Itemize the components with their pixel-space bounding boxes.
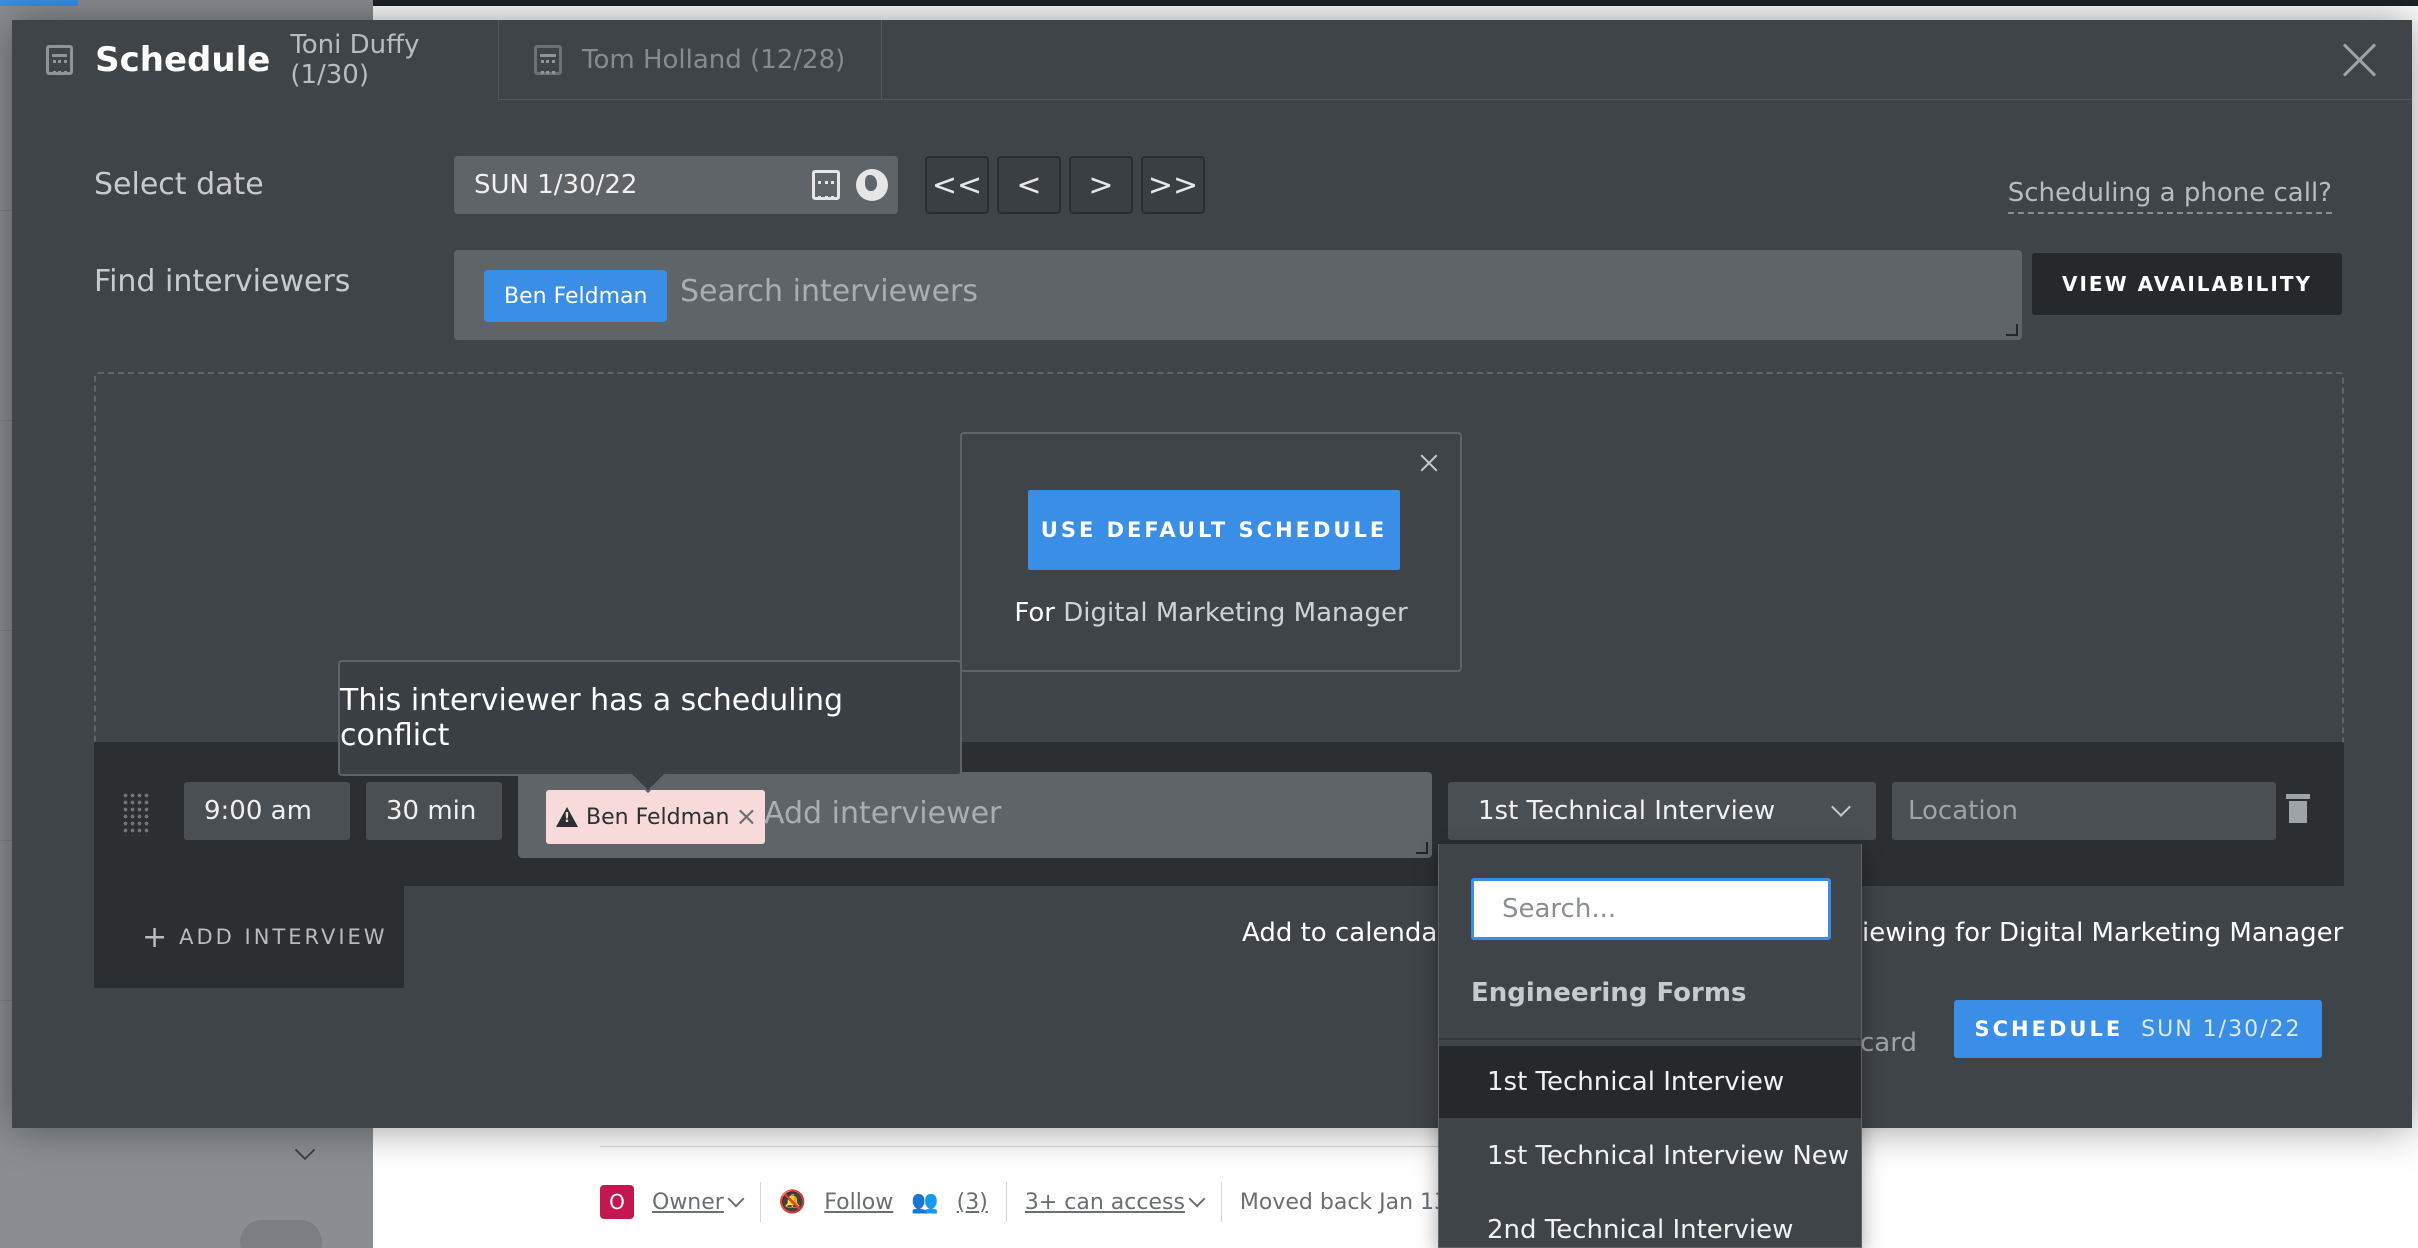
dropdown-option[interactable]: 2nd Technical Interview	[1439, 1194, 1861, 1247]
add-to-calendar-label[interactable]: Add to calendar	[1242, 918, 1448, 948]
background-topline	[373, 0, 2418, 6]
calendar-icon	[534, 45, 562, 75]
access-dropdown[interactable]: 3+ can access	[1024, 1189, 1206, 1215]
phone-call-link[interactable]: Scheduling a phone call?	[2007, 178, 2332, 214]
interviewing-for-label: iewing for Digital Marketing Manager	[1862, 918, 2344, 948]
find-interviewers-label: Find interviewers	[94, 264, 351, 299]
interviewer-chip[interactable]: Ben Feldman	[484, 270, 668, 322]
owner-label: Owner	[652, 1189, 724, 1215]
form-dropdown-menu: Search... Engineering Forms 1st Technica…	[1438, 844, 1862, 1248]
schedule-modal: Schedule Toni Duffy (1/30) Tom Holland (…	[12, 20, 2412, 1128]
schedule-button[interactable]: SCHEDULE SUN 1/30/22	[1954, 1000, 2322, 1058]
discard-link[interactable]: card	[1860, 1028, 1917, 1058]
tab-subtitle: Toni Duffy (1/30)	[290, 30, 420, 90]
chevron-down-icon	[1188, 1190, 1206, 1207]
globe-icon[interactable]	[856, 169, 888, 201]
search-placeholder: Search interviewers	[680, 274, 979, 309]
prev-date-button[interactable]: <	[997, 156, 1061, 214]
time-field[interactable]: 9:00 am	[184, 782, 350, 840]
remove-icon[interactable]: ×	[735, 802, 757, 832]
last-date-button[interactable]: >>	[1141, 156, 1205, 214]
owner-dropdown[interactable]: Owner	[652, 1189, 745, 1215]
for-prefix: For	[1014, 598, 1055, 628]
for-role: Digital Marketing Manager	[1063, 598, 1408, 628]
default-schedule-for: For Digital Marketing Manager	[962, 598, 1460, 628]
dropdown-group-label: Engineering Forms	[1471, 978, 1747, 1008]
add-interviewer-placeholder: Add interviewer	[764, 796, 1002, 831]
chevron-down-icon	[1831, 797, 1851, 817]
separator	[759, 1182, 761, 1222]
trash-icon[interactable]	[2286, 794, 2310, 824]
conflict-tooltip: This interviewer has a scheduling confli…	[338, 660, 962, 776]
use-default-schedule-button[interactable]: USE DEFAULT SCHEDULE	[1028, 490, 1400, 570]
separator	[1005, 1182, 1007, 1222]
owner-avatar: O	[600, 1185, 634, 1219]
schedule-button-label: SCHEDULE	[1974, 1017, 2124, 1041]
warning-icon	[556, 807, 578, 827]
interview-form-select[interactable]: 1st Technical Interview	[1448, 782, 1876, 840]
form-select-value: 1st Technical Interview	[1478, 796, 1776, 826]
calendar-icon	[46, 45, 74, 75]
schedule-button-date: SUN 1/30/22	[2141, 1016, 2302, 1042]
modal-tabs: Schedule Toni Duffy (1/30) Tom Holland (…	[12, 20, 2412, 100]
conflict-interviewer-chip[interactable]: Ben Feldman ×	[546, 790, 766, 844]
location-input[interactable]: Location	[1892, 782, 2276, 840]
first-date-button[interactable]: <<	[925, 156, 989, 214]
background-accent-strip	[0, 0, 78, 6]
chevron-down-icon[interactable]	[294, 1139, 316, 1161]
tab-schedule-tom-holland[interactable]: Tom Holland (12/28)	[500, 20, 882, 100]
tab-schedule-toni-duffy[interactable]: Schedule Toni Duffy (1/30)	[12, 20, 499, 100]
dropdown-search-input[interactable]: Search...	[1471, 878, 1831, 940]
dropdown-option[interactable]: 1st Technical Interview	[1439, 1046, 1861, 1118]
close-icon[interactable]	[1418, 452, 1440, 474]
interviewer-search-input[interactable]: Ben Feldman Search interviewers	[454, 250, 2022, 340]
drag-handle-icon[interactable]	[122, 792, 150, 836]
select-date-label: Select date	[94, 167, 264, 202]
add-interview-label: ADD INTERVIEW	[179, 925, 388, 949]
tab-title: Schedule	[95, 40, 271, 80]
dropdown-option[interactable]: 1st Technical Interview New	[1439, 1120, 1861, 1192]
bell-off-icon: 🔕	[778, 1189, 807, 1215]
default-schedule-card: USE DEFAULT SCHEDULE For Digital Marketi…	[960, 432, 1462, 672]
duration-field[interactable]: 30 min	[366, 782, 502, 840]
plus-icon: +	[142, 919, 168, 955]
tab-subtitle: Tom Holland (12/28)	[582, 45, 846, 75]
background-toggle[interactable]	[240, 1220, 322, 1248]
background-action-bar: O Owner 🔕 Follow 👥 (3) 3+ can access Mov…	[600, 1182, 1490, 1222]
next-date-button[interactable]: >	[1069, 156, 1133, 214]
followers-count[interactable]: (3)	[957, 1190, 988, 1215]
resize-handle[interactable]	[1416, 842, 1428, 854]
view-availability-button[interactable]: VIEW AVAILABILITY	[2032, 253, 2342, 315]
date-picker[interactable]: SUN 1/30/22	[454, 156, 898, 214]
conflict-interviewer-name: Ben Feldman	[586, 804, 730, 830]
add-interview-button[interactable]: + ADD INTERVIEW	[94, 886, 404, 988]
date-value: SUN 1/30/22	[474, 170, 638, 200]
followers-icon: 👥	[911, 1189, 939, 1215]
follow-link[interactable]: Follow	[824, 1190, 893, 1215]
separator	[1220, 1182, 1222, 1222]
resize-handle[interactable]	[2006, 324, 2018, 336]
dropdown-divider	[1439, 1038, 1861, 1040]
access-label: 3+ can access	[1024, 1189, 1185, 1215]
calendar-icon[interactable]	[812, 170, 840, 200]
close-icon[interactable]	[2338, 38, 2382, 82]
chevron-down-icon	[727, 1190, 745, 1207]
